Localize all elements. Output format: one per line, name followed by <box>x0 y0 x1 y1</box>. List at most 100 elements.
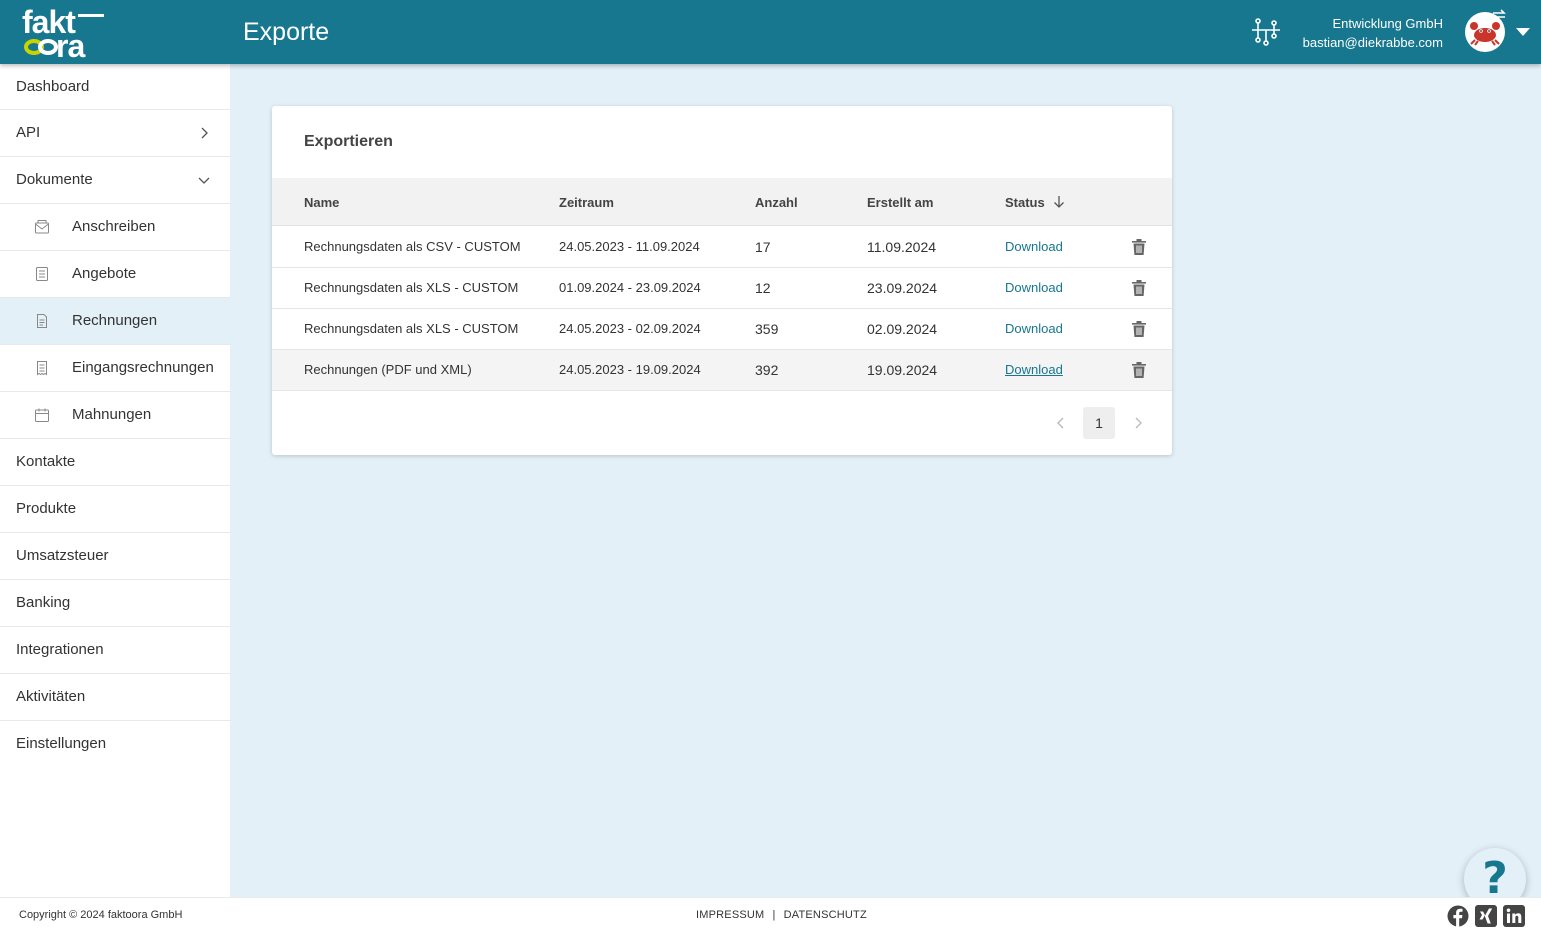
logo-text-bottom: ra <box>56 28 85 64</box>
calendar-icon <box>35 408 49 422</box>
download-link[interactable]: Download <box>1005 227 1063 267</box>
page-title: Exporte <box>243 18 330 46</box>
sidebar-item-label: Kontakte <box>16 453 76 470</box>
download-link[interactable]: Download <box>1005 309 1063 349</box>
cell-zeitraum: 24.05.2023 - 19.09.2024 <box>559 362 701 377</box>
sidebar-item-mahnungen[interactable]: Mahnungen <box>0 392 230 439</box>
sidebar-item-kontakte[interactable]: Kontakte <box>0 439 230 486</box>
cell-erstellt: 19.09.2024 <box>867 362 938 378</box>
sidebar-item-label: API <box>16 124 41 141</box>
footer: Copyright © 2024 faktoora GmbH IMPRESSUM… <box>0 897 1541 934</box>
cell-zeitraum: 24.05.2023 - 02.09.2024 <box>559 321 701 336</box>
footer-links: IMPRESSUM | DATENSCHUTZ <box>696 909 867 921</box>
sidebar-item-produkte[interactable]: Produkte <box>0 486 230 533</box>
app-header: fakt ra Exporte Entwicklung GmbH bastian… <box>0 0 1541 64</box>
copyright-text: Copyright © 2024 faktoora GmbH <box>19 909 183 921</box>
user-email: bastian@diekrabbe.com <box>1302 35 1443 50</box>
sidebar-item-dokumente[interactable]: Dokumente <box>0 157 230 204</box>
sidebar-item-label: Dashboard <box>16 78 90 95</box>
sidebar-item-umsatzsteuer[interactable]: Umsatzsteuer <box>0 533 230 580</box>
sidebar-item-label: Aktivitäten <box>16 688 86 705</box>
cell-name: Rechnungsdaten als CSV - CUSTOM <box>304 239 521 254</box>
sidebar-item-angebote[interactable]: Angebote <box>0 251 230 298</box>
sidebar-item-label: Integrationen <box>16 641 104 658</box>
download-link[interactable]: Download <box>1005 350 1063 390</box>
sort-arrow-down-icon <box>1053 196 1064 208</box>
document-list-icon <box>36 267 48 281</box>
cell-erstellt: 02.09.2024 <box>867 321 938 337</box>
pager-page-button[interactable]: 1 <box>1083 407 1115 439</box>
facebook-icon[interactable] <box>1447 905 1469 927</box>
trash-icon[interactable] <box>1132 362 1146 378</box>
column-header-erstellt[interactable]: Erstellt am <box>867 178 933 226</box>
sidebar-item-label: Eingangsrechnungen <box>72 359 214 376</box>
sidebar-item-label: Anschreiben <box>72 218 156 235</box>
cell-anzahl: 392 <box>755 362 779 378</box>
sidebar-item-label: Umsatzsteuer <box>16 547 109 564</box>
sidebar-item-api[interactable]: API <box>0 110 230 157</box>
trash-icon[interactable] <box>1132 321 1146 337</box>
table-header: Name Zeitraum Anzahl Erstellt am Status <box>272 178 1172 226</box>
pager-prev-icon[interactable] <box>1055 416 1067 430</box>
column-header-zeitraum[interactable]: Zeitraum <box>559 178 614 226</box>
trash-icon[interactable] <box>1132 280 1146 296</box>
download-link[interactable]: Download <box>1005 268 1063 308</box>
cell-zeitraum: 24.05.2023 - 11.09.2024 <box>559 239 700 254</box>
cell-erstellt: 23.09.2024 <box>867 280 938 296</box>
cell-name: Rechnungen (PDF und XML) <box>304 362 472 377</box>
sidebar-item-dashboard[interactable]: Dashboard <box>0 64 230 110</box>
sidebar-item-eingangsrechnungen[interactable]: Eingangsrechnungen <box>0 345 230 392</box>
column-header-anzahl[interactable]: Anzahl <box>755 178 798 226</box>
cell-name: Rechnungsdaten als XLS - CUSTOM <box>304 321 519 336</box>
company-name: Entwicklung GmbH <box>1332 16 1443 31</box>
sidebar-item-label: Produkte <box>16 500 77 517</box>
sidebar-item-label: Banking <box>16 594 71 611</box>
switch-account-icon[interactable] <box>1490 8 1508 22</box>
table-row: Rechnungen (PDF und XML) 24.05.2023 - 19… <box>272 350 1172 391</box>
sidebar-item-label: Mahnungen <box>72 406 152 423</box>
cell-name: Rechnungsdaten als XLS - CUSTOM <box>304 280 519 295</box>
sidebar-item-einstellungen[interactable]: Einstellungen <box>0 721 230 768</box>
sidebar-item-aktivitaeten[interactable]: Aktivitäten <box>0 674 230 721</box>
xing-icon[interactable] <box>1475 905 1497 927</box>
user-menu-caret-icon[interactable] <box>1516 28 1530 36</box>
table-row: Rechnungsdaten als CSV - CUSTOM 24.05.20… <box>272 227 1172 268</box>
export-card: Exportieren Name Zeitraum Anzahl Erstell… <box>272 106 1172 455</box>
chevron-right-icon <box>201 127 208 139</box>
user-info[interactable]: Entwicklung GmbH bastian@diekrabbe.com <box>1303 14 1443 52</box>
cell-anzahl: 359 <box>755 321 779 337</box>
sidebar: Dashboard API Dokumente Anschreiben Ange… <box>0 64 230 897</box>
table-row: Rechnungsdaten als XLS - CUSTOM 24.05.20… <box>272 309 1172 350</box>
letter-icon <box>35 220 49 234</box>
cell-anzahl: 12 <box>755 280 771 296</box>
invoice-icon <box>37 314 47 328</box>
sidebar-item-rechnungen[interactable]: Rechnungen <box>0 298 230 345</box>
network-icon[interactable] <box>1250 18 1282 46</box>
column-header-status[interactable]: Status <box>1005 178 1065 226</box>
column-header-status-label: Status <box>1005 195 1045 210</box>
pager-next-icon[interactable] <box>1132 416 1144 430</box>
sidebar-item-banking[interactable]: Banking <box>0 580 230 627</box>
logo-bar <box>78 14 104 17</box>
sidebar-item-anschreiben[interactable]: Anschreiben <box>0 204 230 251</box>
logo-rings-icon <box>24 39 58 55</box>
impressum-link[interactable]: IMPRESSUM <box>696 909 764 921</box>
table-row: Rechnungsdaten als XLS - CUSTOM 01.09.20… <box>272 268 1172 309</box>
sidebar-item-label: Dokumente <box>16 171 93 188</box>
sidebar-item-label: Rechnungen <box>72 312 158 329</box>
linkedin-icon[interactable] <box>1503 905 1525 927</box>
datenschutz-link[interactable]: DATENSCHUTZ <box>784 909 867 921</box>
sidebar-item-label: Einstellungen <box>16 735 107 752</box>
trash-icon[interactable] <box>1132 239 1146 255</box>
receipt-icon <box>37 361 47 376</box>
cell-erstellt: 11.09.2024 <box>867 239 937 255</box>
sidebar-item-integrationen[interactable]: Integrationen <box>0 627 230 674</box>
footer-separator: | <box>772 909 776 921</box>
column-header-name[interactable]: Name <box>304 178 339 226</box>
faktoora-logo[interactable]: fakt ra <box>20 4 110 64</box>
card-title: Exportieren <box>304 133 393 150</box>
chevron-down-icon <box>198 177 210 184</box>
cell-zeitraum: 01.09.2024 - 23.09.2024 <box>559 280 701 295</box>
sidebar-item-label: Angebote <box>72 265 137 282</box>
cell-anzahl: 17 <box>755 239 771 255</box>
